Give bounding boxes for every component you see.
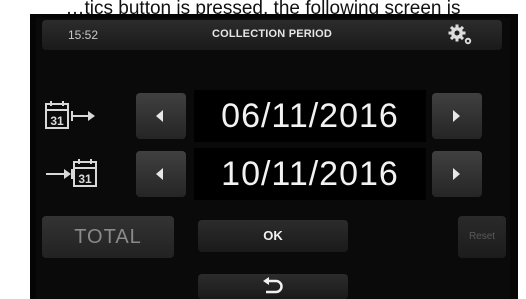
device-frame: 15:52 COLLECTION PERIOD 31 06/11/2016 31… (30, 14, 518, 299)
reset-button[interactable]: Reset (458, 216, 506, 258)
calendar-start-day: 31 (50, 114, 64, 128)
end-date-next-button[interactable] (432, 151, 482, 197)
chevron-left-icon (156, 168, 163, 180)
gear-icon[interactable] (448, 24, 474, 46)
chevron-left-icon (156, 110, 163, 122)
start-date-next-button[interactable] (432, 93, 482, 139)
back-button[interactable] (198, 274, 348, 299)
calendar-end-icon: 31 (44, 158, 98, 190)
end-date-prev-button[interactable] (136, 151, 186, 197)
back-arrow-icon (263, 277, 283, 294)
calendar-start-icon: 31 (44, 100, 98, 132)
ok-button[interactable]: OK (198, 220, 348, 252)
end-date-display: 10/11/2016 (194, 148, 426, 200)
start-date-prev-button[interactable] (136, 93, 186, 139)
header-bar: 15:52 COLLECTION PERIOD (42, 20, 502, 50)
clock: 15:52 (68, 28, 99, 42)
total-button[interactable]: TOTAL (42, 216, 174, 258)
end-date-row: 31 10/11/2016 (36, 148, 510, 200)
chevron-right-icon (453, 168, 460, 180)
start-date-row: 31 06/11/2016 (36, 90, 510, 142)
page-title: COLLECTION PERIOD (211, 28, 333, 40)
start-date-display: 06/11/2016 (194, 90, 426, 142)
touch-screen: 15:52 COLLECTION PERIOD 31 06/11/2016 31… (36, 18, 510, 299)
calendar-end-day: 31 (78, 172, 92, 186)
chevron-right-icon (453, 110, 460, 122)
